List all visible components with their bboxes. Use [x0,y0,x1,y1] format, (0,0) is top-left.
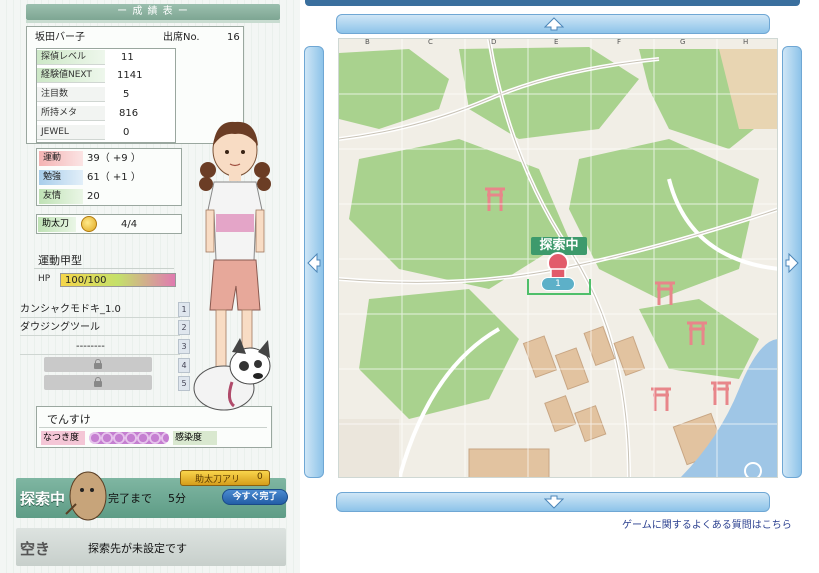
hp-value: 100/100 [65,275,107,286]
locked-slot [44,357,152,372]
stat-label: 運動 [39,151,83,166]
column-label: B [365,38,370,46]
stat-value: 39（ +9 ） [87,153,141,164]
scroll-right-button[interactable] [782,46,802,478]
character-illustration [193,121,271,411]
pet-name: でんすけ [47,413,91,426]
column-label: C [428,38,433,46]
field-row: 経験値NEXT 1141 [37,67,177,84]
field-row: 所持メタ 816 [37,105,177,122]
stat-label: 友情 [39,189,83,204]
arrow-right-icon [785,253,799,273]
report-card-title: ー 成 績 表 ー [26,4,280,20]
field-value: 1141 [117,70,143,81]
map-top-strip [305,0,800,6]
student-name: 坂田バー子 [35,32,85,43]
map-view[interactable]: B C D E F G H 2 3 4 5 6 7 8 探索中 1 [338,38,778,478]
stat-label: 勉強 [39,170,83,185]
item-row[interactable]: -------- [20,339,180,355]
faq-link[interactable]: ゲームに関するよくある質問はこちら [622,516,792,531]
mascot-icon [65,471,107,521]
arrow-left-icon [307,253,321,273]
exploring-marker[interactable]: 探索中 1 [527,235,591,299]
finish-now-label: 今すぐ完了 [232,492,278,502]
attendance-label: 出席No. [163,32,200,43]
arrow-down-icon [544,495,564,509]
explore-status: 空き [20,540,51,558]
item-name: -------- [76,341,105,352]
stats-card: 運動 39（ +9 ） 勉強 61（ +1 ） 友情 20 [36,148,182,206]
explore-message: 探索先が未設定です [88,542,187,555]
item-row[interactable]: カンシャクモドキ_1.0 [20,302,180,318]
helper-card: 助太刀 4/4 [36,214,182,234]
column-label: H [743,38,749,46]
lock-icon [94,359,102,369]
affection-meter [89,432,169,444]
helper-badge-label: 助太刀アリ [195,475,241,485]
report-fields: 探偵レベル 11 経験値NEXT 1141 注目数 5 所持メタ 816 JEW… [36,48,176,143]
field-row: JEWEL 0 [37,124,177,141]
hp-label: HP [38,274,51,284]
name-row: 坂田バー子 出席No. 16 [35,29,240,46]
helper-badge: 助太刀アリ 0 [180,470,270,486]
scroll-left-button[interactable] [304,46,324,478]
helper-coin-icon [81,216,97,232]
arrow-up-icon [544,17,564,31]
stat-row: 運動 39（ +9 ） [39,150,179,167]
column-label: E [554,38,559,46]
marker-frame [527,279,591,295]
type-label: 運動甲型 [38,254,82,267]
field-value: 11 [121,52,134,63]
explore-slot-empty[interactable]: 空き 探索先が未設定です [16,528,286,566]
field-label: 経験値NEXT [37,68,105,83]
helper-value: 4/4 [121,219,138,230]
stat-row: 友情 20 [39,188,179,205]
stat-row: 勉強 61（ +1 ） [39,169,179,186]
scroll-down-button[interactable] [336,492,770,512]
column-label: G [680,38,686,46]
helper-badge-count: 0 [257,472,263,482]
game-screen: ー 成 績 表 ー 坂田バー子 出席No. 16 探偵レベル 11 経験値NEX… [0,0,819,573]
column-label: D [491,38,497,46]
helper-label: 助太刀 [38,217,76,232]
item-name: ダウジングツール [20,322,100,333]
locked-slot [44,375,152,390]
field-label: 探偵レベル [37,50,105,65]
lock-icon [94,377,102,387]
remaining-time: 5分 [168,492,186,505]
hp-bar: 100/100 [60,273,176,287]
finish-now-button[interactable]: 今すぐ完了 [222,489,288,505]
field-label: 注目数 [37,87,105,102]
item-name: カンシャクモドキ_1.0 [20,304,121,315]
stat-value: 20 [87,191,100,202]
field-value: 5 [123,89,130,100]
field-row: 注目数 5 [37,86,177,103]
title-divider [26,20,280,23]
affection-label: なつき度 [41,431,85,445]
item-row[interactable]: ダウジングツール [20,320,180,336]
attendance-number: 16 [227,32,240,43]
field-label: 所持メタ [37,106,105,121]
field-label: JEWEL [37,125,105,140]
field-row: 探偵レベル 11 [37,49,177,66]
divider [34,268,174,269]
stat-value: 61（ +1 ） [87,172,141,183]
column-label: F [617,38,622,46]
scroll-up-button[interactable] [336,14,770,34]
